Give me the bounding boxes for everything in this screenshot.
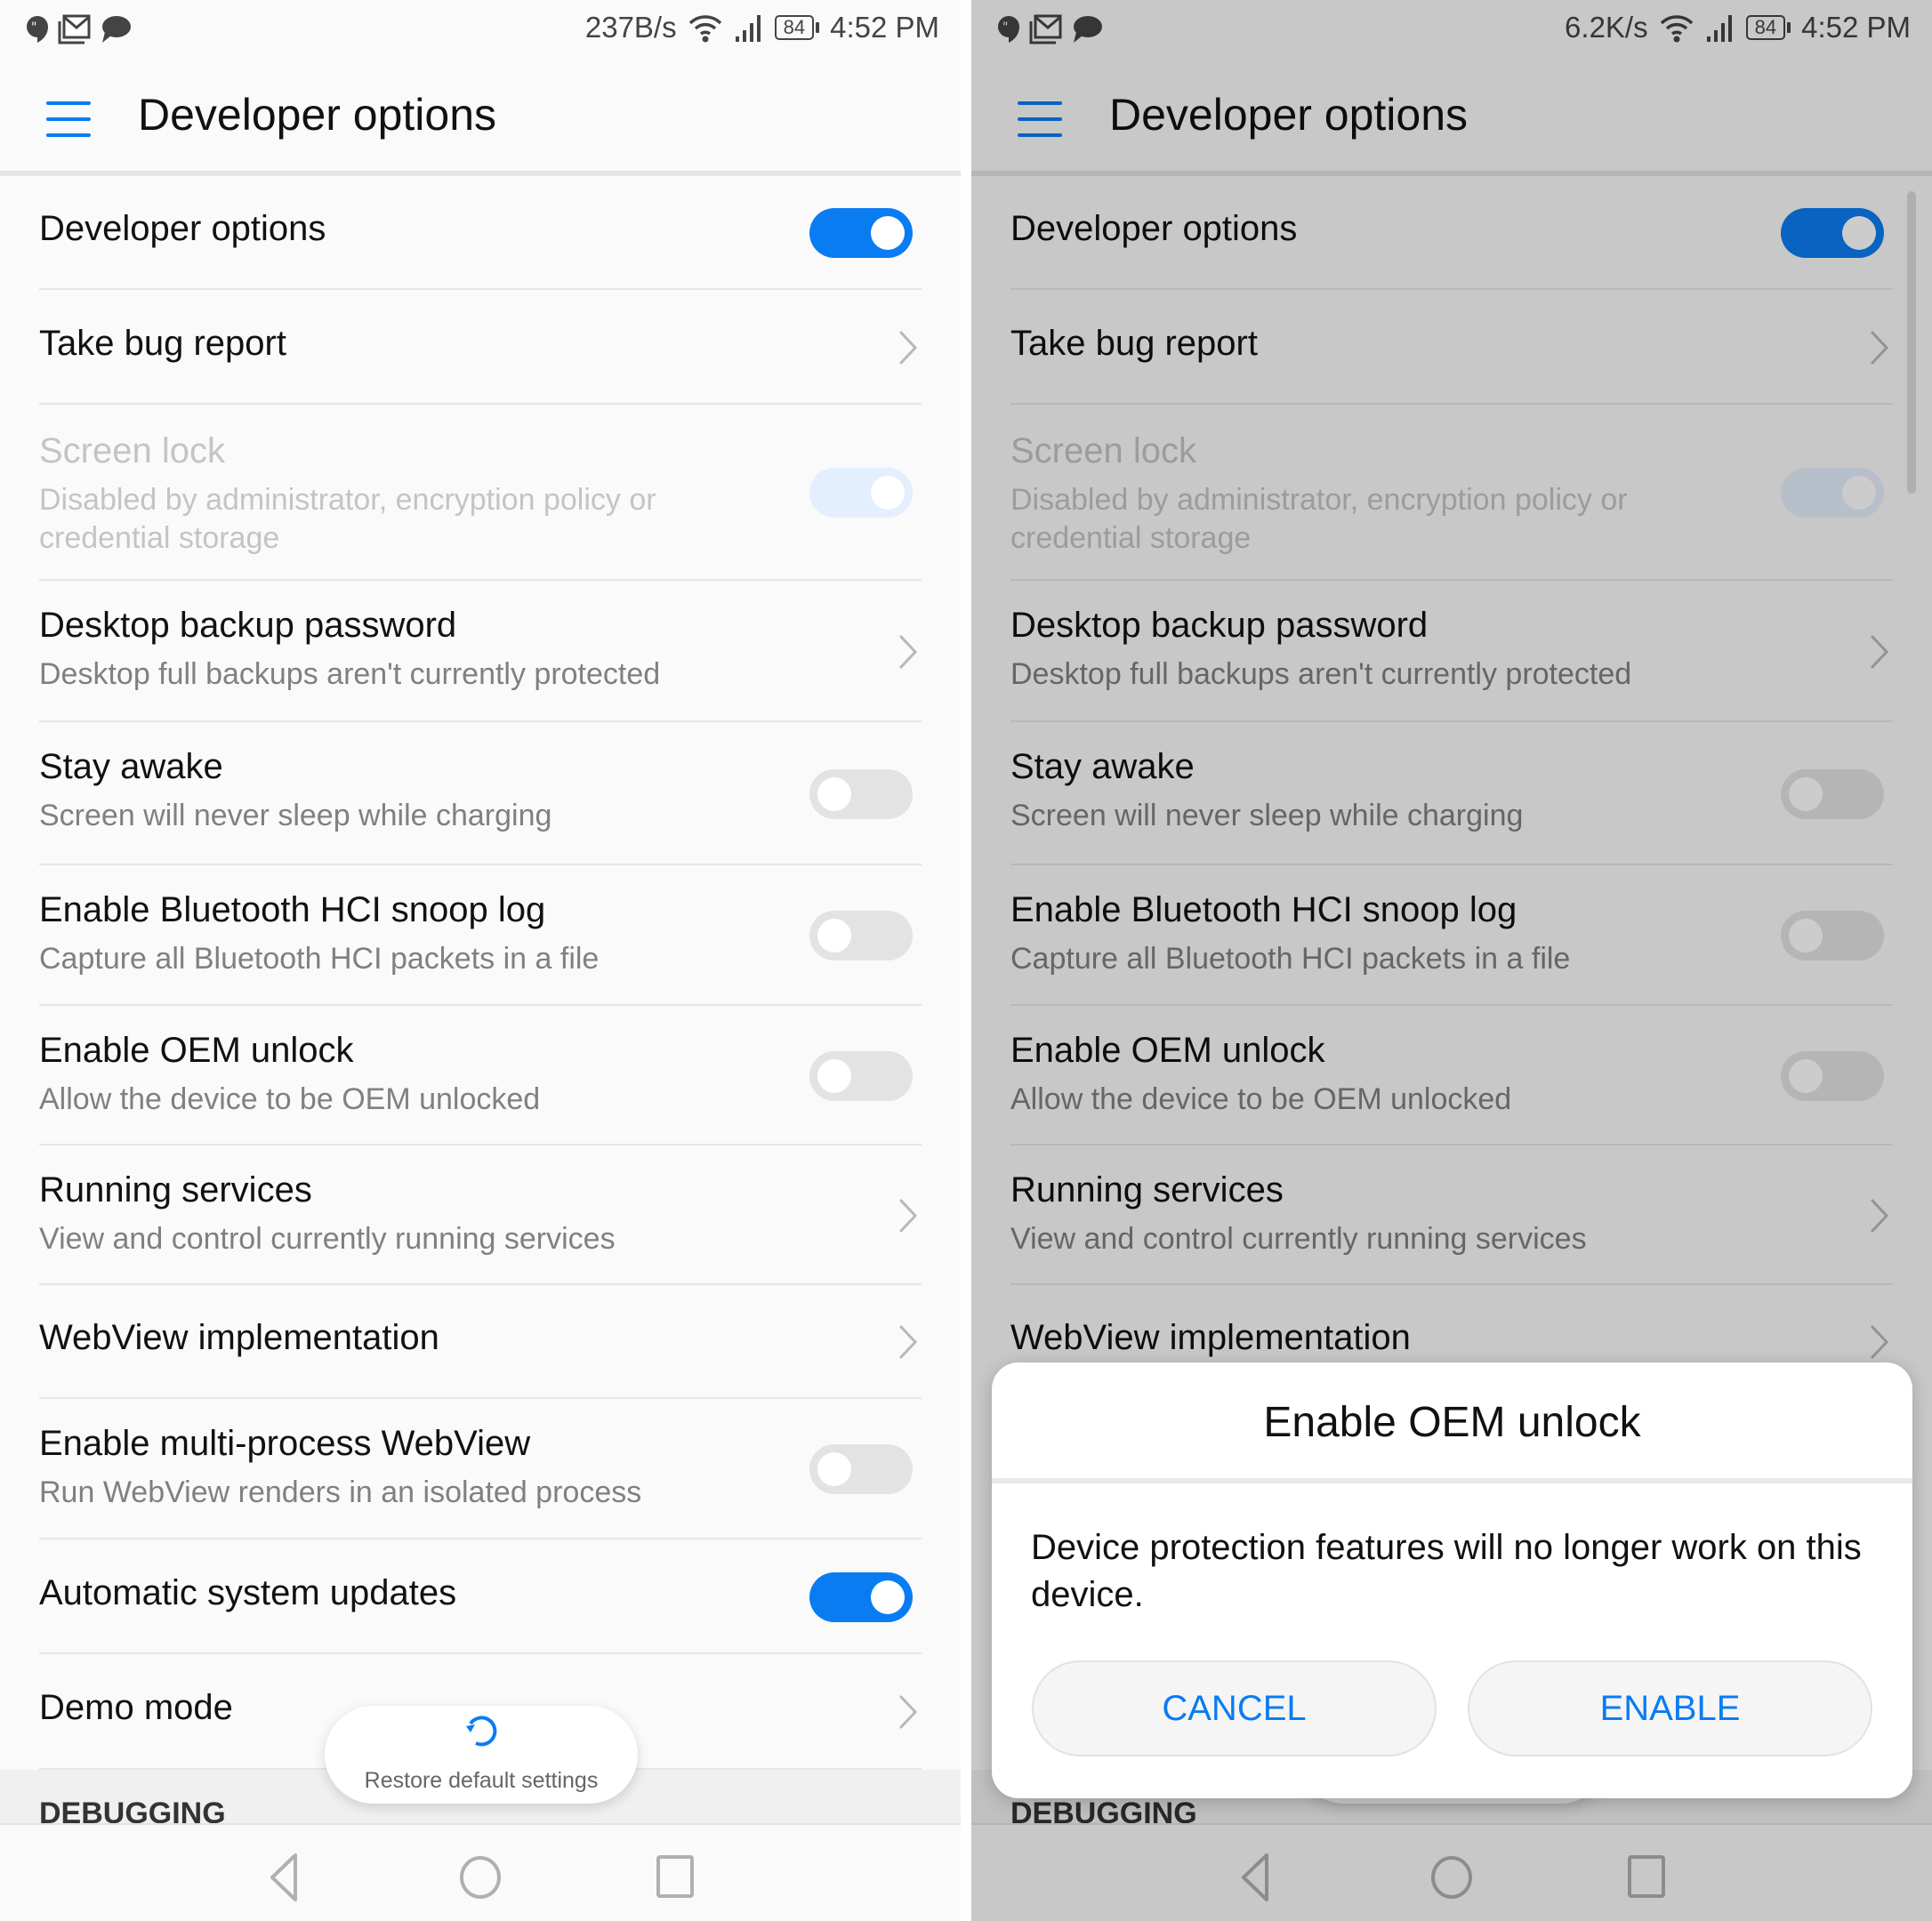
dialog-divider	[992, 1478, 1912, 1483]
setting-title: Desktop backup password	[39, 606, 457, 645]
setting-row-webview-implementation[interactable]: WebView implementation	[0, 1285, 961, 1399]
setting-subtitle: Disabled by administrator, encryption po…	[39, 483, 656, 517]
setting-title: Developer options	[39, 209, 326, 248]
toggle-knob	[817, 919, 851, 952]
restore-default-settings-button[interactable]: Restore default settings	[325, 1706, 638, 1804]
chevron-right-icon	[899, 1199, 918, 1232]
setting-title: Screen lock	[39, 431, 225, 470]
wifi-icon	[688, 15, 721, 43]
battery-indicator: 84	[774, 15, 820, 40]
dialog-message: Device protection features will no longe…	[1031, 1528, 1862, 1614]
chevron-right-icon	[899, 331, 918, 364]
setting-title: Stay awake	[39, 747, 223, 786]
setting-row-screen-lock: Screen lock Disabled by administrator, en…	[0, 405, 961, 581]
cancel-button[interactable]: CANCEL	[1032, 1660, 1437, 1756]
toggle-switch[interactable]	[809, 208, 913, 258]
toggle-switch	[809, 468, 913, 518]
status-bar: " 237B/s 84 4:52 PM	[0, 0, 961, 64]
setting-subtitle: Run WebView renders in an isolated proce…	[39, 1475, 642, 1509]
clock: 4:52 PM	[830, 11, 939, 44]
toggle-switch[interactable]	[809, 1444, 913, 1494]
toggle-switch[interactable]	[809, 911, 913, 960]
gmail-icon	[58, 14, 91, 44]
setting-row-take-bug-report[interactable]: Take bug report	[0, 290, 961, 405]
setting-row-desktop-backup-password[interactable]: Desktop backup password Desktop full back…	[0, 581, 961, 722]
restore-label: Restore default settings	[364, 1768, 599, 1793]
setting-row-enable-oem-unlock[interactable]: Enable OEM unlock Allow the device to be …	[0, 1006, 961, 1145]
panel-gap	[961, 0, 971, 1921]
chevron-right-icon	[899, 1695, 918, 1729]
setting-title: Enable Bluetooth HCI snoop log	[39, 890, 546, 929]
setting-title: Automatic system updates	[39, 1572, 457, 1612]
setting-title: Take bug report	[39, 323, 286, 363]
toggle-switch[interactable]	[809, 1571, 913, 1622]
setting-subtitle: View and control currently running servi…	[39, 1222, 616, 1256]
toggle-switch[interactable]	[809, 768, 913, 819]
restore-icon	[466, 1716, 497, 1747]
toggle-switch[interactable]	[809, 1050, 913, 1101]
enable-oem-unlock-dialog: Enable OEM unlock Device protection feat…	[992, 1362, 1912, 1798]
setting-row-developer-options[interactable]: Developer options	[0, 176, 961, 290]
setting-subtitle: Capture all Bluetooth HCI packets in a f…	[39, 942, 600, 976]
chevron-right-icon	[899, 1325, 918, 1359]
toggle-knob	[817, 1058, 851, 1093]
chevron-right-icon	[899, 635, 918, 668]
toggle-knob	[871, 216, 905, 250]
setting-row-enable-multi-process-webview[interactable]: Enable multi-process WebView Run WebView …	[0, 1399, 961, 1539]
battery-level: 84	[774, 15, 815, 40]
app-bar: Developer options	[0, 64, 961, 173]
setting-row-enable-bluetooth-hci-snoop-log[interactable]: Enable Bluetooth HCI snoop log Capture al…	[0, 865, 961, 1006]
back-icon[interactable]	[258, 1850, 311, 1903]
recents-icon[interactable]	[649, 1850, 703, 1903]
dialog-title: Enable OEM unlock	[1263, 1399, 1641, 1446]
setting-row-running-services[interactable]: Running services View and control current…	[0, 1145, 961, 1285]
section-label: DEBUGGING	[39, 1796, 226, 1825]
setting-subtitle: Allow the device to be OEM unlocked	[39, 1082, 541, 1116]
setting-title: Demo mode	[39, 1688, 233, 1727]
toggle-knob	[817, 776, 851, 811]
page-title: Developer options	[138, 90, 497, 140]
messages-icon	[102, 16, 131, 43]
setting-subtitle: Desktop full backups aren't currently pr…	[39, 657, 661, 691]
navigation-bar	[0, 1823, 961, 1921]
network-speed: 237B/s	[584, 11, 677, 44]
toggle-knob	[871, 1579, 905, 1614]
scrollbar[interactable]	[1907, 191, 1916, 494]
setting-subtitle-line2: credential storage	[39, 521, 280, 555]
setting-row-automatic-system-updates[interactable]: Automatic system updates	[0, 1539, 961, 1654]
setting-title: Running services	[39, 1170, 312, 1210]
settings-screen-left: " 237B/s 84 4:52 PM Developer options De…	[0, 0, 961, 1921]
setting-title: WebView implementation	[39, 1318, 439, 1357]
signal-icon	[735, 15, 761, 42]
home-icon[interactable]	[454, 1850, 507, 1903]
setting-row-stay-awake[interactable]: Stay awake Screen will never sleep while …	[0, 722, 961, 865]
hamburger-menu-icon[interactable]	[46, 101, 91, 137]
hangouts-icon: "	[27, 16, 48, 43]
toggle-knob	[817, 1452, 851, 1486]
setting-title: Enable multi-process WebView	[39, 1424, 531, 1463]
enable-button[interactable]: ENABLE	[1468, 1660, 1872, 1756]
setting-title: Enable OEM unlock	[39, 1031, 354, 1070]
toggle-knob	[871, 476, 905, 510]
setting-subtitle: Screen will never sleep while charging	[39, 799, 552, 832]
svg-text:": "	[31, 20, 36, 35]
settings-list: Developer options Take bug report Screen l…	[0, 176, 961, 1770]
